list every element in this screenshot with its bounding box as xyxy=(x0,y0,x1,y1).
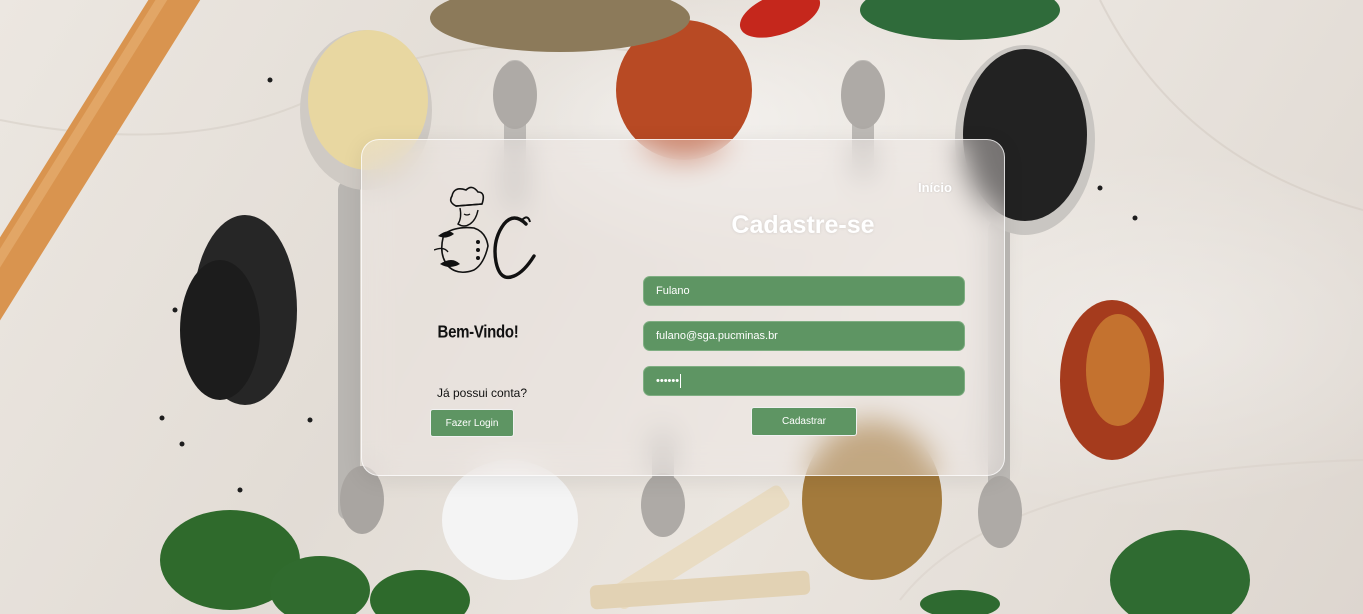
name-input[interactable]: Fulano xyxy=(643,276,965,306)
password-input[interactable]: •••••• xyxy=(643,366,965,396)
email-input[interactable]: fulano@sga.pucminas.br xyxy=(643,321,965,351)
login-button[interactable]: Fazer Login xyxy=(430,409,514,437)
nav-home-link[interactable]: Início xyxy=(918,180,952,195)
signup-card: Bem-Vindo! Já possui conta? Fazer Login … xyxy=(361,139,1005,476)
name-input-value: Fulano xyxy=(656,285,690,297)
email-input-value: fulano@sga.pucminas.br xyxy=(656,330,778,342)
welcome-title: Bem-Vindo! xyxy=(437,322,519,343)
signup-submit-button[interactable]: Cadastrar xyxy=(751,407,857,436)
has-account-text: Já possui conta? xyxy=(436,386,528,400)
chef-logo-icon xyxy=(433,184,540,286)
signup-title: Cadastre-se xyxy=(731,211,875,239)
text-caret xyxy=(680,374,682,389)
password-input-value: •••••• xyxy=(656,375,680,387)
